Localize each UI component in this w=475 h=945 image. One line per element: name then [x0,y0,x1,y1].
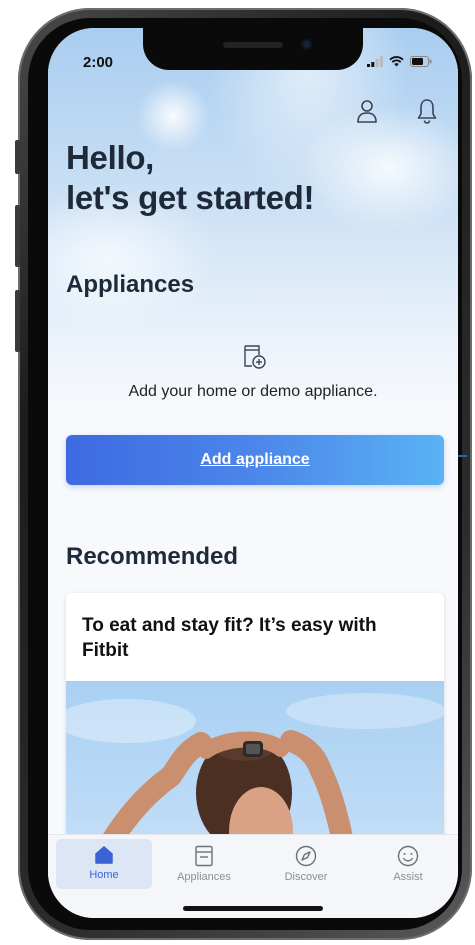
side-button-silent [15,140,20,174]
signal-icon [367,54,383,72]
tab-appliances[interactable]: Appliances [156,839,252,889]
tab-appliances-label: Appliances [177,871,231,883]
notch [143,28,363,70]
tab-home[interactable]: Home [56,839,152,889]
greeting-line-1: Hello, [66,139,155,176]
smiley-icon [397,845,419,867]
tab-assist[interactable]: Assist [360,839,456,889]
greeting-line-2: let's get started! [66,179,315,216]
appliances-empty-text: Add your home or demo appliance. [128,383,378,400]
add-appliance-icon [242,344,268,370]
bell-icon[interactable] [414,96,440,126]
add-appliance-button[interactable]: Add appliance [66,435,444,485]
side-button-volume-down [15,290,20,352]
side-button-volume-up [15,205,20,267]
appliance-icon [195,845,213,867]
app-screen: 2:00 Hello, let's get started! Appliance… [48,28,458,918]
tab-discover[interactable]: Discover [258,839,354,889]
compass-icon [295,845,317,867]
tab-discover-label: Discover [284,871,328,883]
front-camera [301,39,312,50]
status-icons [367,54,432,72]
status-time: 2:00 [83,54,114,71]
wifi-icon [389,54,404,72]
appliances-section-title: Appliances [66,271,195,298]
page-title: Hello, let's get started! [66,138,314,218]
speaker-grille [223,42,283,48]
tab-home-label: Home [89,869,119,881]
person-icon[interactable] [354,96,380,126]
recommended-card-title: To eat and stay fit? It’s easy with Fitb… [82,615,377,661]
recommended-section-title: Recommended [66,543,239,570]
tab-assist-label: Assist [393,871,423,883]
battery-icon [410,54,432,72]
home-indicator[interactable] [183,906,323,911]
home-icon [95,846,113,864]
